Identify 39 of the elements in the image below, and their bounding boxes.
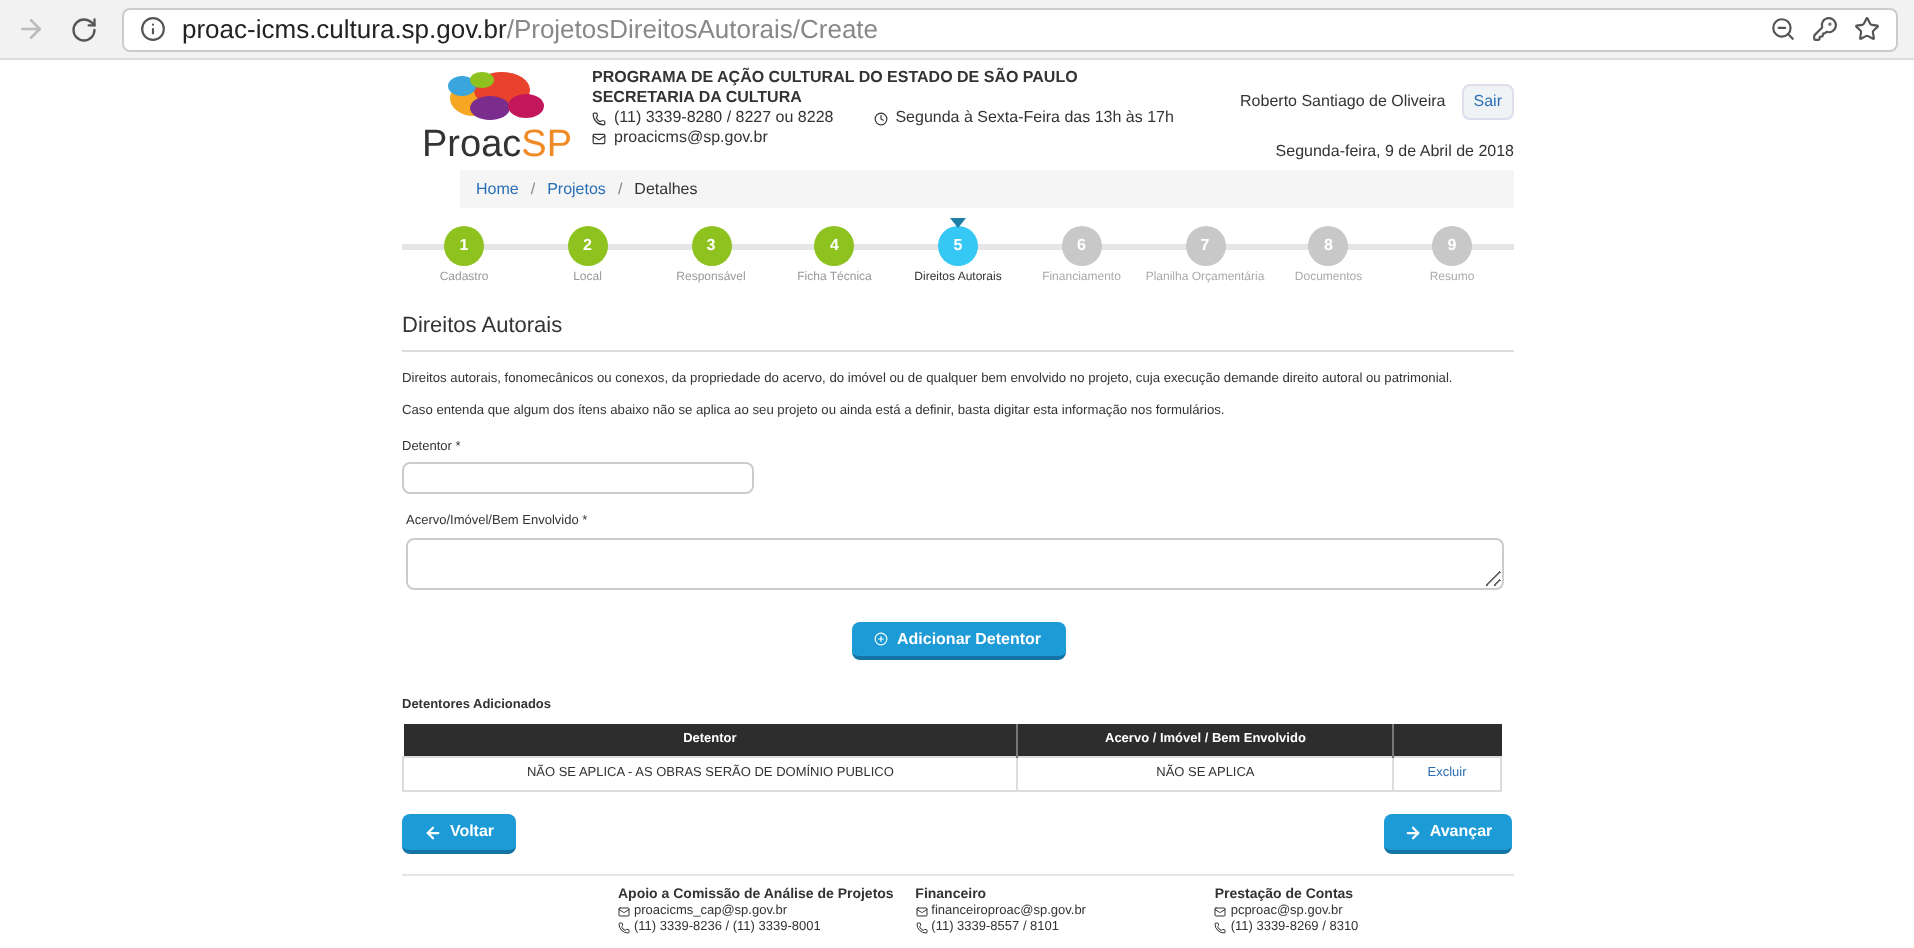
user-name: Roberto Santiago de Oliveira (1240, 90, 1446, 114)
address-bar[interactable]: proac-icms.cultura.sp.gov.br/ProjetosDireitosAutorais/Create (122, 7, 1898, 51)
section-title: Direitos Autorais (402, 310, 1514, 351)
detentor-input[interactable] (402, 462, 754, 495)
date-text: Segunda-feira, 9 de Abril de 2018 (1275, 140, 1514, 164)
arrow-right-icon (1403, 823, 1422, 842)
phone-icon (1214, 922, 1227, 935)
phone-icon (592, 111, 606, 125)
mail-icon (618, 906, 630, 919)
breadcrumb-link[interactable]: Projetos (547, 177, 606, 201)
dept-title: SECRETARIA DA CULTURA (592, 88, 804, 108)
url-text: proac-icms.cultura.sp.gov.br/ProjetosDireitosAutorais/Create (182, 11, 879, 48)
breadcrumb-current: Detalhes (634, 177, 698, 201)
add-detentor-button[interactable]: Adicionar Detentor (851, 622, 1065, 660)
clock-icon (873, 111, 888, 125)
logout-button[interactable]: Sair (1461, 84, 1514, 120)
plus-icon (874, 632, 889, 646)
breadcrumb-separator: / (617, 177, 623, 201)
breadcrumb-separator: / (530, 177, 536, 201)
mail-icon (1214, 906, 1227, 919)
hours-text: Segunda à Sexta-Feira das 13h às 17h (895, 108, 1174, 128)
zoom-icon[interactable] (1770, 16, 1796, 42)
phone-icon (915, 922, 928, 935)
logo-text: ProacSP (422, 126, 572, 166)
back-button[interactable]: Voltar (402, 814, 516, 855)
star-icon[interactable] (1854, 16, 1880, 42)
breadcrumb-link[interactable]: Home (476, 177, 519, 201)
arrow-left-icon (423, 823, 442, 842)
current-step-marker-icon (950, 218, 966, 228)
mail-icon (915, 906, 928, 919)
mail-icon (592, 131, 606, 145)
reload-icon[interactable] (70, 15, 98, 43)
phone-text: (11) 3339-8280 / 8227 ou 8228 (614, 108, 834, 128)
info-icon[interactable] (140, 16, 166, 42)
next-button[interactable]: Avançar (1384, 814, 1512, 855)
org-title: PROGRAMA DE AÇÃO CULTURAL DO ESTADO DE SÃO PAULO (592, 68, 1080, 88)
phone-icon (618, 922, 630, 935)
email-text: proacicms@sp.gov.br (614, 128, 768, 148)
key-icon[interactable] (1812, 16, 1838, 42)
